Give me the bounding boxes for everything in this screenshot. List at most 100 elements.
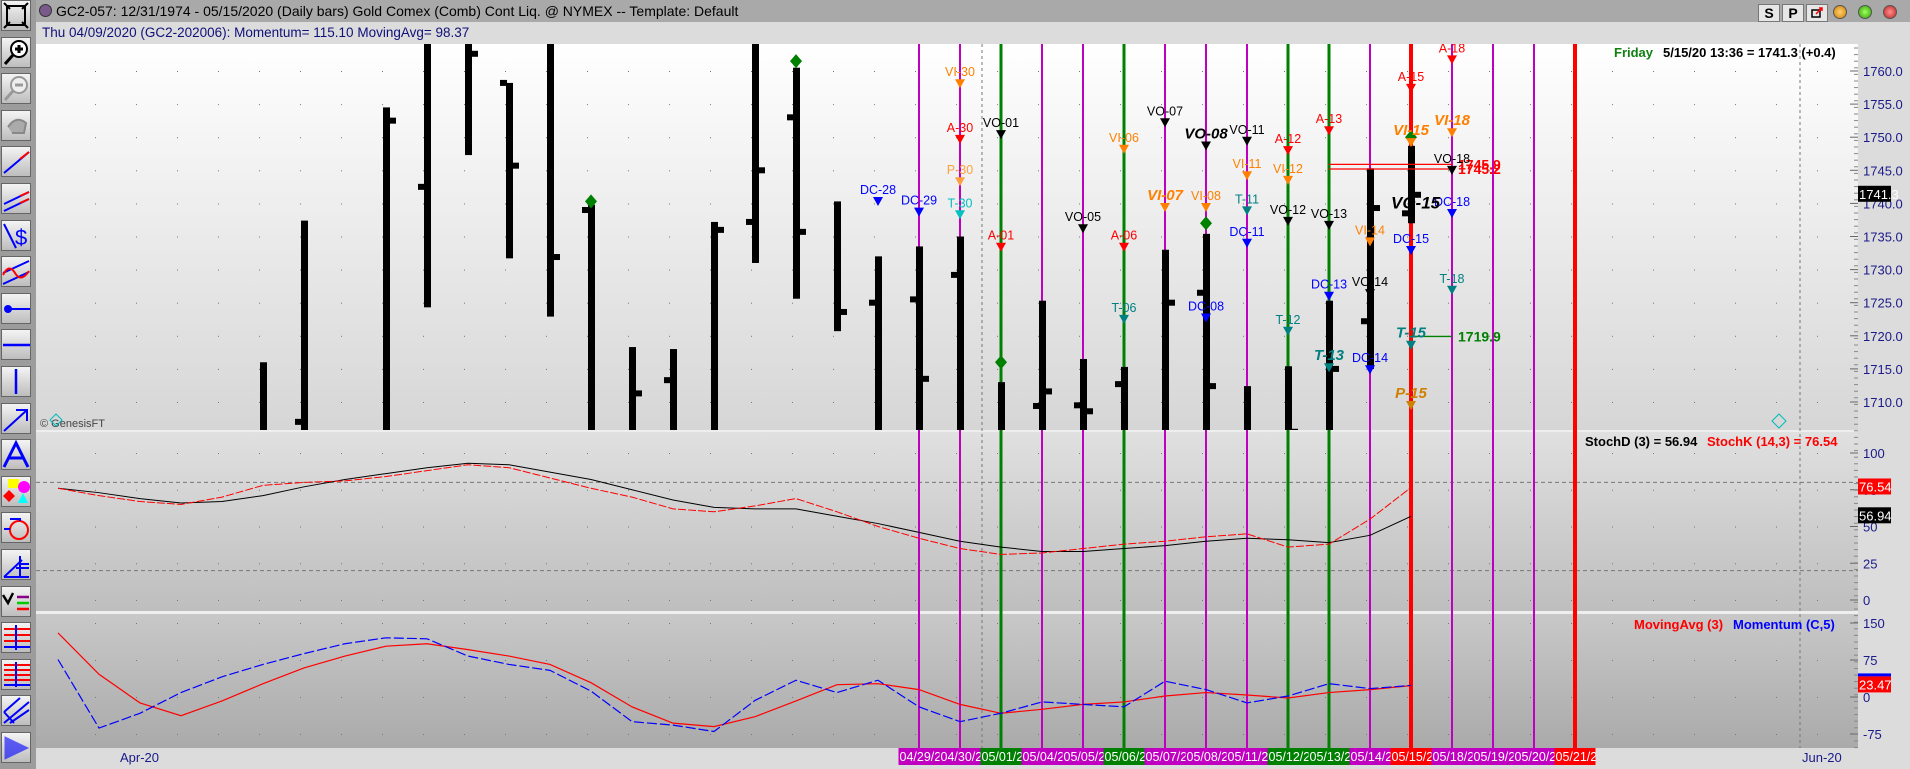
grid-dot	[136, 203, 137, 205]
grid-dot	[1817, 302, 1818, 304]
grid-dot	[95, 170, 96, 172]
grid-dot	[1366, 137, 1367, 139]
grid-dot	[1366, 696, 1367, 698]
price-axis-label: 1715.0	[1863, 362, 1903, 377]
grid-dot	[1325, 600, 1326, 601]
grid-dot	[833, 696, 834, 698]
grid-dot	[874, 236, 875, 238]
grid-dot	[218, 203, 219, 205]
grid-dot	[423, 600, 424, 601]
marker-label: VI-08	[1191, 189, 1221, 203]
grid-dot	[1161, 71, 1162, 72]
grid-dot	[382, 302, 383, 304]
grid-dot	[1530, 170, 1531, 172]
grid-dot	[1161, 600, 1162, 601]
grid-dot	[136, 659, 137, 661]
grid-dot	[710, 489, 711, 491]
grid-dot	[1653, 733, 1654, 735]
grid-dot	[464, 137, 465, 139]
grid-dot	[259, 302, 260, 304]
grid-dot	[628, 203, 629, 205]
grid-dot	[464, 71, 465, 72]
grid-dot	[505, 170, 506, 172]
marker-label: P-15	[1395, 385, 1427, 402]
grid-dot	[669, 600, 670, 601]
momentum-axis-label: -75	[1863, 727, 1882, 742]
grid-dot	[1038, 733, 1039, 735]
grid-dot	[1735, 600, 1736, 601]
grid-dot	[1448, 368, 1449, 370]
grid-dot	[1817, 733, 1818, 735]
grid-dot	[218, 137, 219, 139]
grid-dot	[1694, 236, 1695, 238]
grid-dot	[300, 137, 301, 139]
grid-dot	[1776, 269, 1777, 271]
grid-dot	[1735, 733, 1736, 735]
grid-dot	[1694, 170, 1695, 172]
marker-label: VO-07	[1147, 104, 1183, 118]
grid-dot	[177, 170, 178, 172]
grid-dot	[1776, 659, 1777, 661]
grid-dot	[136, 269, 137, 271]
grid-dot	[177, 526, 178, 528]
grid-dot	[218, 368, 219, 370]
grid-dot	[1694, 733, 1695, 735]
open-tick	[582, 207, 589, 214]
grid-dot	[1735, 526, 1736, 528]
marker-label: T-12	[1275, 313, 1300, 327]
grid-dot	[1079, 137, 1080, 139]
grid-dot	[300, 203, 301, 205]
grid-dot	[587, 137, 588, 139]
grid-dot	[628, 137, 629, 139]
momentum-axis-label: 75	[1863, 653, 1877, 668]
grid-dot	[423, 659, 424, 661]
grid-dot	[956, 335, 957, 337]
grid-dot	[505, 659, 506, 661]
grid-dot	[915, 104, 916, 106]
grid-dot	[1653, 302, 1654, 304]
grid-dot	[1120, 269, 1121, 271]
grid-dot	[218, 302, 219, 304]
grid-dot	[1530, 137, 1531, 139]
grid-dot	[1612, 659, 1613, 661]
grid-dot	[1735, 236, 1736, 238]
price-axis-label: 1760.0	[1863, 64, 1903, 79]
grid-dot	[95, 696, 96, 698]
marker-label: T-30	[947, 196, 972, 210]
grid-dot	[95, 104, 96, 106]
grid-dot	[1653, 335, 1654, 337]
grid-dot	[874, 489, 875, 491]
grid-dot	[1653, 71, 1654, 72]
momentum-box-marker	[1858, 673, 1891, 677]
grid-dot	[997, 402, 998, 403]
grid-dot	[546, 170, 547, 172]
grid-dot	[1243, 489, 1244, 491]
grid-dot	[1325, 269, 1326, 271]
grid-dot	[1202, 623, 1203, 624]
marker-label: VO-14	[1352, 275, 1388, 289]
grid-dot	[505, 302, 506, 304]
grid-dot	[710, 302, 711, 304]
grid-dot	[587, 526, 588, 528]
grid-dot	[177, 563, 178, 565]
grid-dot	[1694, 489, 1695, 491]
chart-area[interactable]: 04/29/2004/30/2005/01/2005/04/2005/05/20…	[0, 0, 1910, 769]
grid-dot	[341, 453, 342, 454]
grid-dot	[915, 269, 916, 271]
grid-dot	[1079, 368, 1080, 370]
grid-dot	[1366, 335, 1367, 337]
grid-dot	[546, 368, 547, 370]
grid-dot	[628, 71, 629, 72]
grid-dot	[587, 236, 588, 238]
grid-dot	[1038, 489, 1039, 491]
grid-dot	[1694, 203, 1695, 205]
grid-dot	[136, 526, 137, 528]
grid-dot	[464, 335, 465, 337]
grid-dot	[1120, 203, 1121, 205]
grid-dot	[95, 368, 96, 370]
grid-dot	[95, 335, 96, 337]
grid-dot	[546, 236, 547, 238]
grid-dot	[546, 489, 547, 491]
close-tick	[512, 162, 519, 169]
grid-dot	[1038, 203, 1039, 205]
